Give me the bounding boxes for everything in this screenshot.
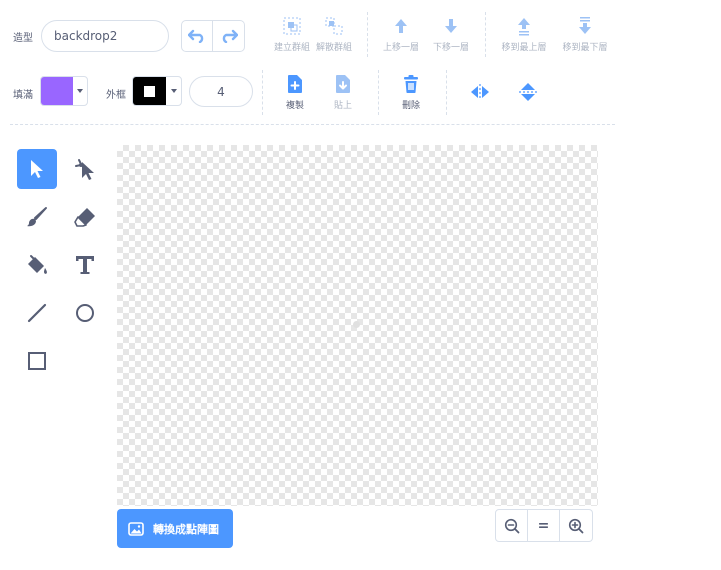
flip-vertical-icon	[519, 83, 537, 101]
trash-icon	[404, 75, 418, 94]
zoom-reset-label: =	[537, 517, 550, 534]
outline-width-input[interactable]: 4	[189, 76, 253, 107]
separator	[262, 70, 263, 115]
caret-down-icon	[170, 89, 177, 93]
to-front-label: 移到最上層	[501, 43, 547, 53]
fill-color-picker[interactable]	[40, 76, 88, 106]
separator	[367, 12, 368, 57]
costume-name-input[interactable]: backdrop2	[41, 20, 169, 52]
zoom-in-icon	[568, 518, 584, 533]
paint-canvas[interactable]	[117, 145, 598, 506]
fill-color-swatch	[41, 77, 73, 105]
reshape-tool[interactable]	[65, 149, 105, 189]
copy-button[interactable]: 複製	[280, 74, 310, 111]
fill-label: 填滿	[13, 90, 33, 101]
undo-redo-group	[181, 20, 245, 52]
brush-icon	[27, 207, 47, 227]
outline-color-picker[interactable]	[132, 76, 182, 106]
separator	[378, 70, 379, 115]
zoom-out-icon	[504, 518, 519, 533]
paste-button[interactable]: 貼上	[328, 74, 358, 111]
text-tool[interactable]	[65, 245, 105, 285]
arrow-up-icon	[395, 19, 407, 33]
outline-dropdown-arrow	[166, 77, 181, 105]
separator	[485, 12, 486, 57]
to-back-button[interactable]: 移到最下層	[558, 16, 612, 53]
fill-dropdown-arrow	[73, 77, 87, 105]
zoom-in-button[interactable]	[560, 509, 593, 542]
backward-label: 下移一層	[432, 43, 469, 53]
ungroup-icon	[325, 17, 343, 35]
costume-label: 造型	[13, 33, 33, 44]
rectangle-tool[interactable]	[17, 341, 57, 381]
delete-label: 刪除	[401, 101, 420, 111]
undo-icon	[188, 29, 204, 43]
select-tool[interactable]	[17, 149, 57, 189]
forward-button[interactable]: 上移一層	[380, 16, 422, 53]
paste-icon	[336, 75, 350, 93]
zoom-controls: =	[495, 509, 593, 542]
convert-to-bitmap-label: 轉換成點陣圖	[153, 522, 219, 536]
copy-label: 複製	[285, 101, 304, 111]
copy-icon	[288, 75, 302, 93]
image-icon	[128, 521, 144, 536]
ungroup-label: 解散群組	[315, 43, 352, 53]
paint-bucket-icon	[28, 255, 47, 274]
canvas-center-dot	[353, 321, 360, 328]
to-back-icon	[579, 17, 591, 34]
brush-tool[interactable]	[17, 197, 57, 237]
paste-label: 貼上	[333, 101, 352, 111]
separator	[446, 70, 447, 115]
undo-button[interactable]	[181, 20, 213, 52]
outline-inner-square	[144, 85, 155, 97]
circle-tool[interactable]	[65, 293, 105, 333]
group-button[interactable]: 建立群組	[271, 16, 313, 53]
convert-to-bitmap-button[interactable]: 轉換成點陣圖	[117, 509, 233, 548]
to-back-label: 移到最下層	[562, 43, 608, 53]
zoom-reset-button[interactable]: =	[528, 509, 560, 542]
eraser-tool[interactable]	[65, 197, 105, 237]
to-front-icon	[518, 18, 530, 36]
backward-button[interactable]: 下移一層	[430, 16, 472, 53]
fill-tool[interactable]	[17, 245, 57, 285]
toolbar-divider	[10, 124, 615, 125]
line-icon	[27, 303, 47, 323]
eraser-icon	[74, 208, 95, 227]
group-label: 建立群組	[273, 43, 310, 53]
circle-icon	[76, 304, 94, 322]
flip-horizontal-button[interactable]	[468, 82, 492, 102]
costume-name-value: backdrop2	[54, 29, 118, 43]
arrow-cursor-icon	[31, 160, 43, 178]
redo-icon	[222, 29, 238, 43]
zoom-out-button[interactable]	[495, 509, 528, 542]
delete-button[interactable]: 刪除	[396, 74, 426, 111]
flip-horizontal-icon	[471, 84, 489, 100]
group-icon	[283, 17, 301, 35]
arrow-down-icon	[445, 19, 457, 33]
reshape-cursor-icon	[75, 159, 94, 180]
rectangle-icon	[28, 352, 46, 370]
redo-button[interactable]	[213, 20, 245, 52]
text-icon	[76, 256, 94, 274]
outline-color-swatch	[133, 77, 166, 105]
outline-label: 外框	[106, 90, 126, 101]
forward-label: 上移一層	[382, 43, 419, 53]
to-front-button[interactable]: 移到最上層	[497, 16, 551, 53]
outline-width-value: 4	[217, 84, 225, 99]
ungroup-button[interactable]: 解散群組	[313, 16, 355, 53]
flip-vertical-button[interactable]	[516, 80, 540, 104]
line-tool[interactable]	[17, 293, 57, 333]
caret-down-icon	[77, 89, 83, 93]
